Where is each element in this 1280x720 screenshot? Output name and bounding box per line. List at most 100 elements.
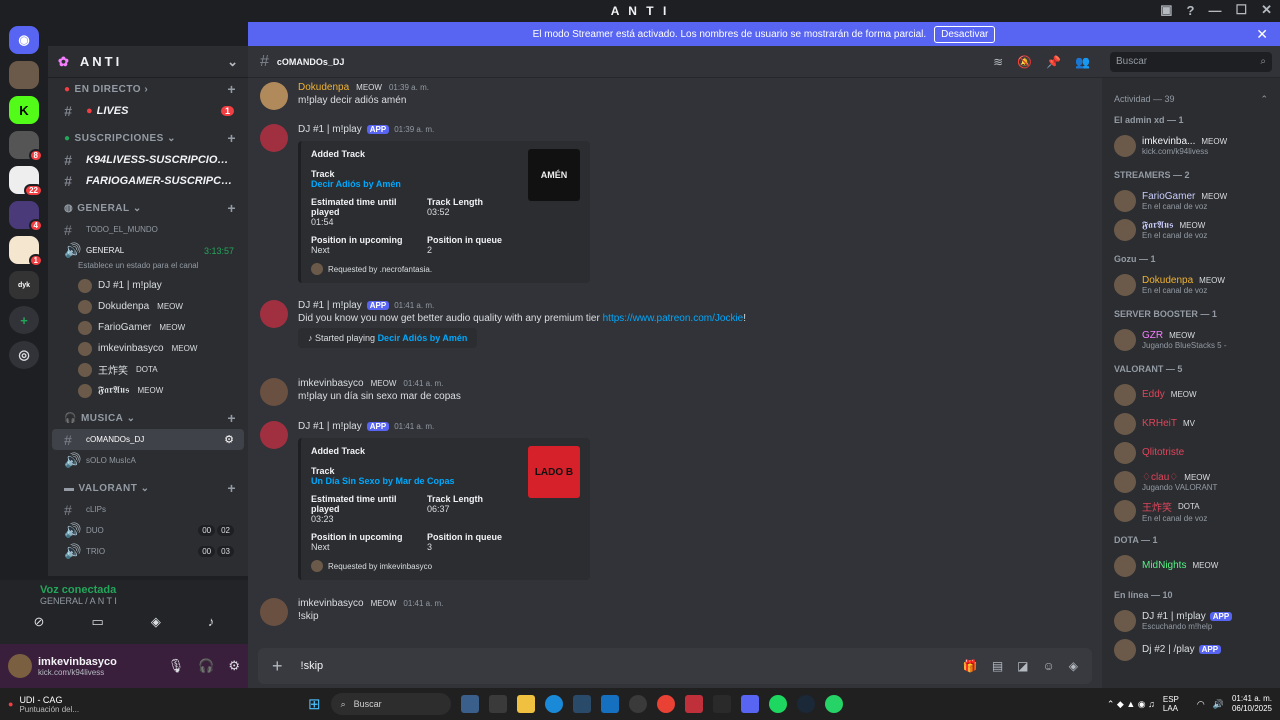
tray-icons[interactable]: ⌃ ◆ ▲ ◉ ♫ <box>1107 699 1155 710</box>
voice-user[interactable]: imkevinbasyco MEOW <box>48 338 248 359</box>
voice-user[interactable]: DJ #1 | m!play <box>48 275 248 296</box>
voice-channel-general[interactable]: 🔊 GENERAL 3:13:57 <box>52 240 244 261</box>
album-thumbnail[interactable]: LADO B <box>528 446 580 498</box>
minimize-icon[interactable]: — <box>1208 3 1221 18</box>
member-item[interactable]: 𝕱𝖆𝖗𝕬𝖚𝖘 MEOW En el canal de voz <box>1110 215 1272 244</box>
taskbar-app-icon[interactable] <box>712 695 731 713</box>
wifi-icon[interactable]: ◠ <box>1197 699 1205 710</box>
gif-icon[interactable]: ▤ <box>992 659 1003 673</box>
taskbar-search[interactable]: ⌕ Buscar <box>330 693 451 715</box>
notifications-off-icon[interactable]: 🔕 <box>1017 55 1032 69</box>
avatar[interactable] <box>260 82 288 110</box>
windows-start-icon[interactable]: ⊞ <box>308 695 321 713</box>
threads-icon[interactable]: ≋ <box>993 55 1003 69</box>
voice-channel-duo[interactable]: 🔊 DUO 00 02 <box>52 520 244 541</box>
channel-fario[interactable]: # FARIOGAMER-SUSCRIPCIO... <box>52 170 244 191</box>
voice-channel-trio[interactable]: 🔊 TRIO 00 03 <box>52 541 244 562</box>
emoji-icon[interactable]: ☺ <box>1043 659 1055 673</box>
pin-icon[interactable]: 📌 <box>1046 55 1061 69</box>
gift-icon[interactable]: 🎁 <box>963 659 978 673</box>
avatar[interactable] <box>260 378 288 406</box>
camera-off-icon[interactable]: ⊘ <box>34 614 45 630</box>
inbox-icon[interactable]: ▣ <box>1160 2 1172 18</box>
member-item[interactable]: MidNights MEOW <box>1110 551 1272 580</box>
search-input[interactable]: Buscar ⌕ <box>1110 52 1272 72</box>
channel-todo[interactable]: # TODO_EL_MUNDO <box>52 219 244 240</box>
steam-icon[interactable] <box>796 695 815 713</box>
close-banner-icon[interactable]: ✕ <box>1256 26 1268 43</box>
sticker-icon[interactable]: ◪ <box>1017 659 1028 673</box>
member-item[interactable]: Eddy MEOW <box>1110 380 1272 409</box>
category-en-directo[interactable]: ● EN DIRECTO › + <box>48 78 248 100</box>
discover-icon[interactable]: ◎ <box>9 341 39 369</box>
category-suscripciones[interactable]: ● SUSCRIPCIONES ⌄ + <box>48 127 248 149</box>
server-icon[interactable]: 8 <box>9 131 43 162</box>
member-item[interactable]: Dokudenpa MEOW En el canal de voz <box>1110 270 1272 299</box>
kick-server-icon[interactable]: K <box>9 96 39 124</box>
member-item[interactable]: DJ #1 | m!play APP Escuchando m!help <box>1110 606 1272 635</box>
whatsapp-icon[interactable] <box>824 695 843 713</box>
category-general[interactable]: ◍ GENERAL ⌄ + <box>48 197 248 219</box>
volume-icon[interactable]: 🔊 <box>1213 699 1224 710</box>
microphone-icon[interactable]: 🎙 <box>168 658 185 674</box>
help-icon[interactable]: ? <box>1186 3 1194 18</box>
edge-icon[interactable] <box>544 695 563 713</box>
headphones-icon[interactable]: 🎧 <box>198 658 214 674</box>
patreon-link[interactable]: https://www.patreon.com/Jockie <box>603 313 744 324</box>
server-icon[interactable]: 4 <box>9 201 43 232</box>
channel-status[interactable]: Establece un estado para el canal <box>48 261 248 275</box>
avatar[interactable] <box>260 598 288 626</box>
voice-user[interactable]: 王炸笑 DOTA <box>48 359 248 380</box>
member-item[interactable]: GZR MEOW Jugando BlueStacks 5 - <box>1110 325 1272 354</box>
avatar[interactable] <box>260 421 288 449</box>
taskbar-app-icon[interactable] <box>572 695 591 713</box>
taskbar-app-icon[interactable] <box>600 695 619 713</box>
member-item[interactable]: Qlitotriste <box>1110 438 1272 467</box>
voice-user[interactable]: 𝕱𝖆𝖗𝕬𝖚𝖘 MEOW <box>48 380 248 401</box>
add-channel-icon[interactable]: + <box>227 81 236 97</box>
server-icon[interactable]: 22 <box>9 166 43 197</box>
member-item[interactable]: ♢clau♢ MEOW Jugando VALORANT <box>1110 467 1272 496</box>
server-header[interactable]: ✿ ANTI ⌄ <box>48 46 248 78</box>
soundboard-icon[interactable]: ♪ <box>208 614 215 630</box>
spotify-icon[interactable] <box>768 695 787 713</box>
apps-icon[interactable]: ◈ <box>1069 659 1078 673</box>
screen-share-icon[interactable]: ▭ <box>92 614 104 630</box>
dyk-server-icon[interactable]: dyk <box>9 271 39 299</box>
server-icon[interactable] <box>9 61 39 89</box>
member-item[interactable]: 王炸笑 DOTA En el canal de voz <box>1110 496 1272 525</box>
message-author[interactable]: DJ #1 | m!play <box>298 124 362 135</box>
member-item[interactable]: KRHeiT MV <box>1110 409 1272 438</box>
add-server-icon[interactable]: + <box>9 306 39 334</box>
chrome-icon[interactable] <box>656 695 675 713</box>
member-item[interactable]: imkevinba... MEOW kick.com/k94livess <box>1110 131 1272 160</box>
activity-icon[interactable]: ◈ <box>151 614 161 630</box>
discord-icon[interactable] <box>740 695 759 713</box>
channel-lives[interactable]: # ● LIVES 1 <box>52 100 244 121</box>
close-window-icon[interactable]: ✕ <box>1261 2 1272 18</box>
voice-user[interactable]: FarioGamer MEOW <box>48 317 248 338</box>
taskbar-app-icon[interactable] <box>460 695 479 713</box>
avatar[interactable] <box>260 124 288 152</box>
album-thumbnail[interactable]: AMÉN <box>528 149 580 201</box>
category-valorant[interactable]: ▬ VALORANT ⌄ + <box>48 477 248 499</box>
channel-k94[interactable]: # K94LIVESS-SUSCRIPCIONE... <box>52 149 244 170</box>
gear-icon[interactable]: ⚙ <box>228 658 240 674</box>
channel-clips[interactable]: # cLIPs <box>52 499 244 520</box>
message-input[interactable]: !skip <box>301 660 324 672</box>
voice-user[interactable]: Dokudenpa MEOW <box>48 296 248 317</box>
disable-streamer-button[interactable]: Desactivar <box>934 25 996 43</box>
activity-header[interactable]: Actividad — 39 ⌃ <box>1114 94 1268 105</box>
home-icon[interactable]: ◉ <box>9 26 39 54</box>
weather-widget[interactable]: ● UDI - CAG Puntuación del... <box>8 695 298 714</box>
taskbar-app-icon[interactable] <box>684 695 703 713</box>
channel-comandos-dj[interactable]: # cOMANDOs_DJ ⚙ <box>52 429 244 450</box>
members-icon[interactable]: 👥 <box>1075 55 1090 69</box>
taskbar-app-icon[interactable] <box>628 695 647 713</box>
clock[interactable]: 01:41 a. m. 06/10/2025 <box>1232 694 1272 714</box>
message-author[interactable]: Dokudenpa <box>298 82 349 93</box>
add-attachment-icon[interactable]: + <box>272 656 283 677</box>
maximize-icon[interactable]: ☐ <box>1235 2 1247 18</box>
avatar[interactable] <box>260 300 288 328</box>
taskbar-app-icon[interactable] <box>488 695 507 713</box>
